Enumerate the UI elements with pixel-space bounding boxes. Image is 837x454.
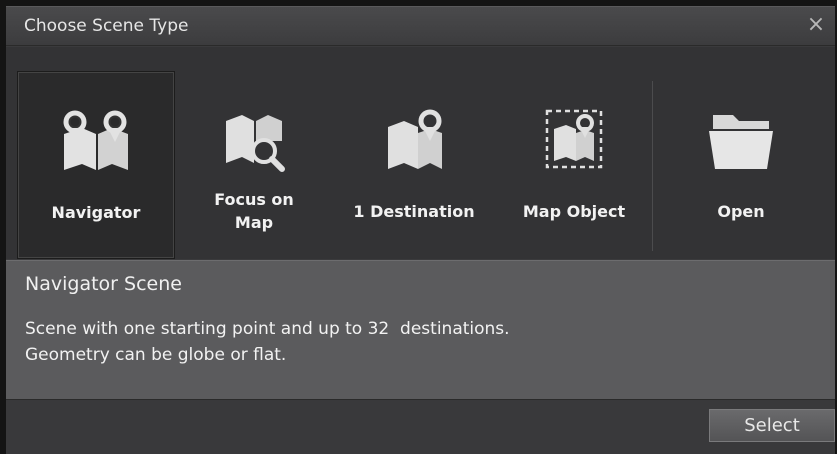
scene-description-line2: Geometry can be globe or flat. (25, 345, 287, 365)
open-scene-tile[interactable]: Open (662, 71, 820, 257)
scene-description-title: Navigator Scene (25, 273, 182, 295)
scene-description-text: Scene with one starting point and up to … (25, 316, 510, 368)
tile-label-open: Open (717, 202, 765, 221)
scene-type-list: Navigator Focus on Map 1 Destination Map… (6, 47, 835, 259)
select-button[interactable]: Select (709, 409, 835, 442)
scene-tile-focus-on-map[interactable]: Focus on Map (175, 71, 333, 257)
tile-label-navigator: Navigator (51, 203, 141, 222)
tile-label-1-destination: 1 Destination (353, 202, 475, 221)
scene-tile-map-object[interactable]: Map Object (495, 71, 653, 257)
tile-separator (652, 81, 653, 251)
folder-icon (709, 115, 773, 169)
map-two-pins-icon (63, 110, 128, 170)
tile-label-map-object: Map Object (522, 202, 626, 221)
map-magnifier-icon (226, 115, 285, 172)
close-icon[interactable]: × (803, 12, 829, 38)
scene-description-line1: Scene with one starting point and up to … (25, 319, 510, 339)
map-one-pin-icon (388, 109, 442, 169)
scene-tile-1-destination[interactable]: 1 Destination (335, 71, 493, 257)
tile-label-focus-on-map-line1: Focus on (214, 190, 294, 209)
dialog-title: Choose Scene Type (24, 16, 189, 36)
dialog-titlebar: Choose Scene Type × (6, 7, 835, 46)
scene-tile-navigator[interactable]: Navigator (17, 71, 175, 259)
dialog-footer: Select (6, 400, 835, 454)
scene-description-panel: Navigator Scene Scene with one starting … (6, 260, 835, 400)
map-object-dashed-icon (545, 109, 603, 169)
tile-label-focus-on-map-line2: Map (234, 213, 274, 232)
choose-scene-dialog: Choose Scene Type × Navigator Focus on M… (6, 6, 835, 454)
